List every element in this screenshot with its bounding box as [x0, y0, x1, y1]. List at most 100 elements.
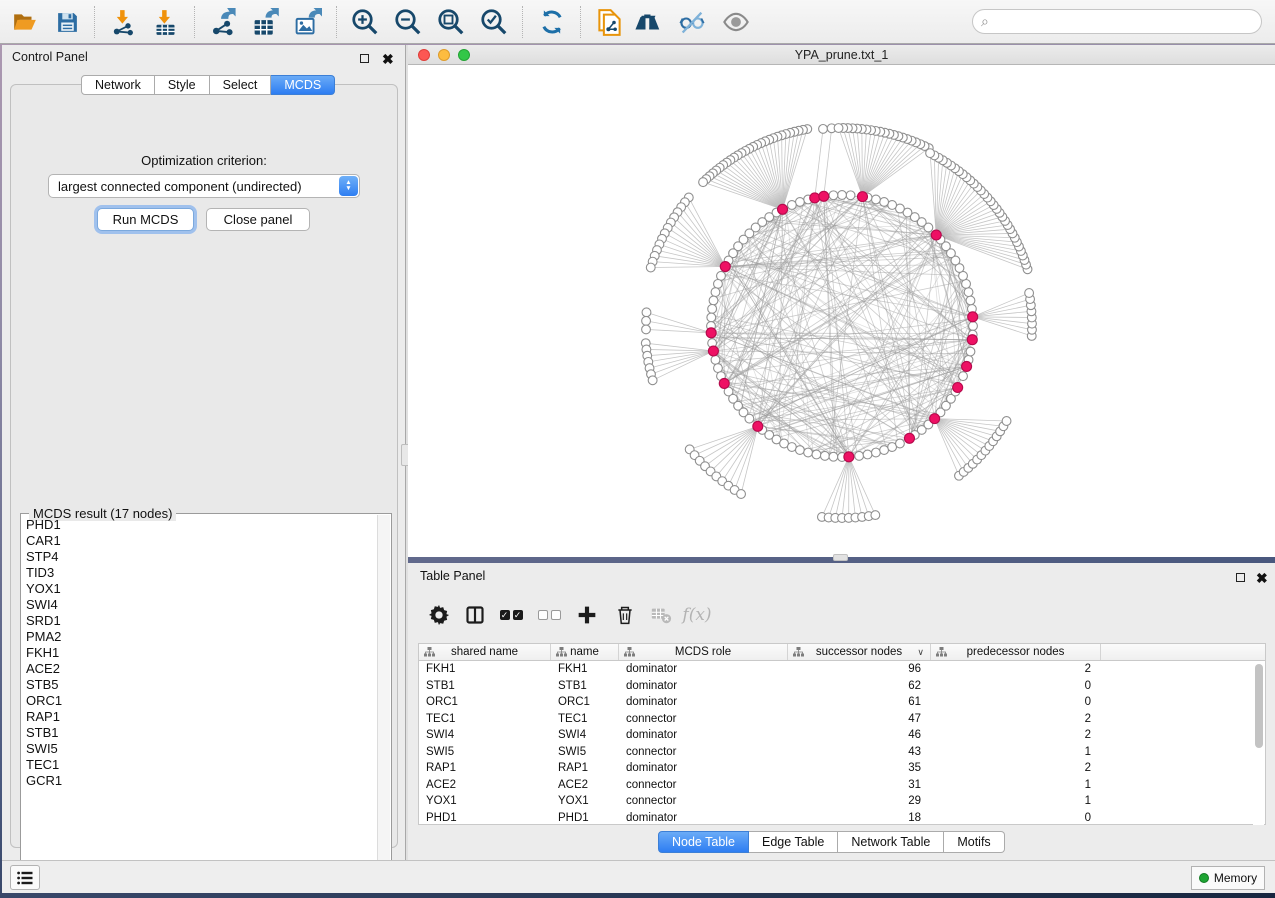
table-settings-icon[interactable]	[424, 600, 454, 630]
optimization-criterion-label: Optimization criterion:	[11, 153, 397, 168]
table-row[interactable]: ORC1ORC1dominator610	[419, 694, 1265, 711]
table-row[interactable]: FKH1FKH1dominator962	[419, 661, 1265, 678]
node-table-body[interactable]: FKH1FKH1dominator962STB1STB1dominator620…	[419, 661, 1265, 826]
table-scrollbar-thumb[interactable]	[1255, 664, 1263, 748]
export-table-icon[interactable]	[248, 5, 282, 39]
task-history-button[interactable]	[10, 865, 40, 890]
search-network-icon[interactable]	[631, 5, 665, 39]
table-cell: 0	[931, 694, 1101, 711]
mcds-result-item[interactable]: RAP1	[22, 709, 378, 725]
export-network-icon[interactable]	[206, 5, 240, 39]
table-row[interactable]: RAP1RAP1dominator352	[419, 760, 1265, 777]
float-table-panel-icon[interactable]	[1236, 571, 1248, 582]
tab-style[interactable]: Style	[155, 75, 210, 95]
table-cell: 43	[788, 744, 931, 761]
mcds-result-item[interactable]: PHD1	[22, 517, 378, 533]
select-all-columns-icon[interactable]: ✓✓	[496, 600, 526, 630]
add-column-icon[interactable]	[572, 600, 602, 630]
network-window-titlebar[interactable]: YPA_prune.txt_1	[408, 45, 1275, 65]
tab-motifs[interactable]: Motifs	[944, 831, 1004, 853]
table-cell: PHD1	[419, 810, 551, 827]
refresh-icon[interactable]	[535, 5, 569, 39]
column-header-successor-nodes[interactable]: successor nodes∨	[788, 644, 931, 660]
table-row[interactable]: PHD1PHD1dominator180	[419, 810, 1265, 827]
control-panel: Control Panel ✖ NetworkStyleSelectMCDS O…	[2, 45, 405, 860]
tab-mcds[interactable]: MCDS	[271, 75, 335, 95]
zoom-fit-icon[interactable]	[434, 5, 468, 39]
horizontal-splitter-grip[interactable]	[833, 554, 848, 561]
import-network-icon[interactable]	[106, 5, 140, 39]
search-input[interactable]: ⌕	[972, 9, 1262, 34]
hide-selected-icon[interactable]	[675, 5, 709, 39]
column-header-MCDS-role[interactable]: MCDS role	[619, 644, 788, 660]
export-image-icon[interactable]	[290, 5, 324, 39]
tab-network[interactable]: Network	[81, 75, 155, 95]
maximize-window-icon[interactable]	[458, 49, 470, 61]
close-table-panel-icon[interactable]: ✖	[1256, 573, 1268, 584]
column-header-predecessor-nodes[interactable]: predecessor nodes	[931, 644, 1101, 660]
mcds-result-item[interactable]: ORC1	[22, 693, 378, 709]
mcds-result-item[interactable]: FKH1	[22, 645, 378, 661]
column-layout-icon[interactable]	[460, 600, 490, 630]
clone-network-icon[interactable]	[592, 5, 626, 39]
mcds-result-item[interactable]: GCR1	[22, 773, 378, 789]
table-cell: FKH1	[419, 661, 551, 678]
minimize-window-icon[interactable]	[438, 49, 450, 61]
mcds-result-item[interactable]: ACE2	[22, 661, 378, 677]
run-mcds-button[interactable]: Run MCDS	[97, 208, 194, 231]
mcds-result-item[interactable]: STP4	[22, 549, 378, 565]
open-session-icon[interactable]	[8, 5, 42, 39]
table-cell: dominator	[619, 810, 788, 827]
close-window-icon[interactable]	[418, 49, 430, 61]
float-panel-icon[interactable]	[360, 52, 372, 63]
table-cell: SWI4	[419, 727, 551, 744]
network-graph[interactable]	[408, 65, 1275, 557]
mcds-result-item[interactable]: STB5	[22, 677, 378, 693]
table-cell: 1	[931, 777, 1101, 794]
mcds-result-item[interactable]: PMA2	[22, 629, 378, 645]
node-table-header[interactable]: shared namenameMCDS rolesuccessor nodes∨…	[419, 644, 1265, 661]
mcds-result-item[interactable]: TID3	[22, 565, 378, 581]
mcds-result-list[interactable]: PHD1CAR1STP4TID3YOX1SWI4SRD1PMA2FKH1ACE2…	[22, 517, 378, 881]
deselect-all-columns-icon[interactable]	[534, 600, 564, 630]
tab-select[interactable]: Select	[210, 75, 272, 95]
table-row[interactable]: YOX1YOX1connector291	[419, 793, 1265, 810]
tab-edge-table[interactable]: Edge Table	[749, 831, 838, 853]
close-panel-button[interactable]: Close panel	[206, 208, 310, 231]
table-cell: 47	[788, 711, 931, 728]
mcds-result-item[interactable]: SWI4	[22, 597, 378, 613]
mcds-result-item[interactable]: TEC1	[22, 757, 378, 773]
optimization-criterion-select[interactable]: largest connected component (undirected)…	[48, 174, 360, 198]
network-view-canvas[interactable]	[408, 65, 1275, 557]
table-scrollbar[interactable]	[1253, 662, 1264, 825]
table-cell: STB1	[551, 678, 619, 695]
tab-network-table[interactable]: Network Table	[838, 831, 944, 853]
node-table[interactable]: shared namenameMCDS rolesuccessor nodes∨…	[418, 643, 1266, 825]
mcds-result-item[interactable]: SRD1	[22, 613, 378, 629]
zoom-out-icon[interactable]	[391, 5, 425, 39]
mcds-list-scrollbar[interactable]	[377, 515, 390, 883]
table-panel: Table Panel ✖ ✓✓ f(x) shared namenameMCD…	[408, 563, 1275, 860]
table-row[interactable]: TEC1TEC1connector472	[419, 711, 1265, 728]
table-cell: ORC1	[551, 694, 619, 711]
zoom-selected-icon[interactable]	[477, 5, 511, 39]
table-row[interactable]: SWI4SWI4dominator462	[419, 727, 1265, 744]
close-panel-icon[interactable]: ✖	[382, 54, 394, 65]
mcds-result-item[interactable]: CAR1	[22, 533, 378, 549]
zoom-in-icon[interactable]	[348, 5, 382, 39]
mcds-result-item[interactable]: SWI5	[22, 741, 378, 757]
table-row[interactable]: STB1STB1dominator620	[419, 678, 1265, 695]
column-header-shared-name[interactable]: shared name	[419, 644, 551, 660]
memory-button[interactable]: Memory	[1191, 866, 1265, 890]
show-all-eye-icon[interactable]	[719, 5, 753, 39]
table-cell: 96	[788, 661, 931, 678]
table-row[interactable]: SWI5SWI5connector431	[419, 744, 1265, 761]
save-session-icon[interactable]	[50, 5, 84, 39]
tab-node-table[interactable]: Node Table	[658, 831, 749, 853]
mcds-result-item[interactable]: STB1	[22, 725, 378, 741]
table-row[interactable]: ACE2ACE2connector311	[419, 777, 1265, 794]
delete-column-icon[interactable]	[610, 600, 640, 630]
column-header-name[interactable]: name	[551, 644, 619, 660]
import-table-icon[interactable]	[148, 5, 182, 39]
mcds-result-item[interactable]: YOX1	[22, 581, 378, 597]
